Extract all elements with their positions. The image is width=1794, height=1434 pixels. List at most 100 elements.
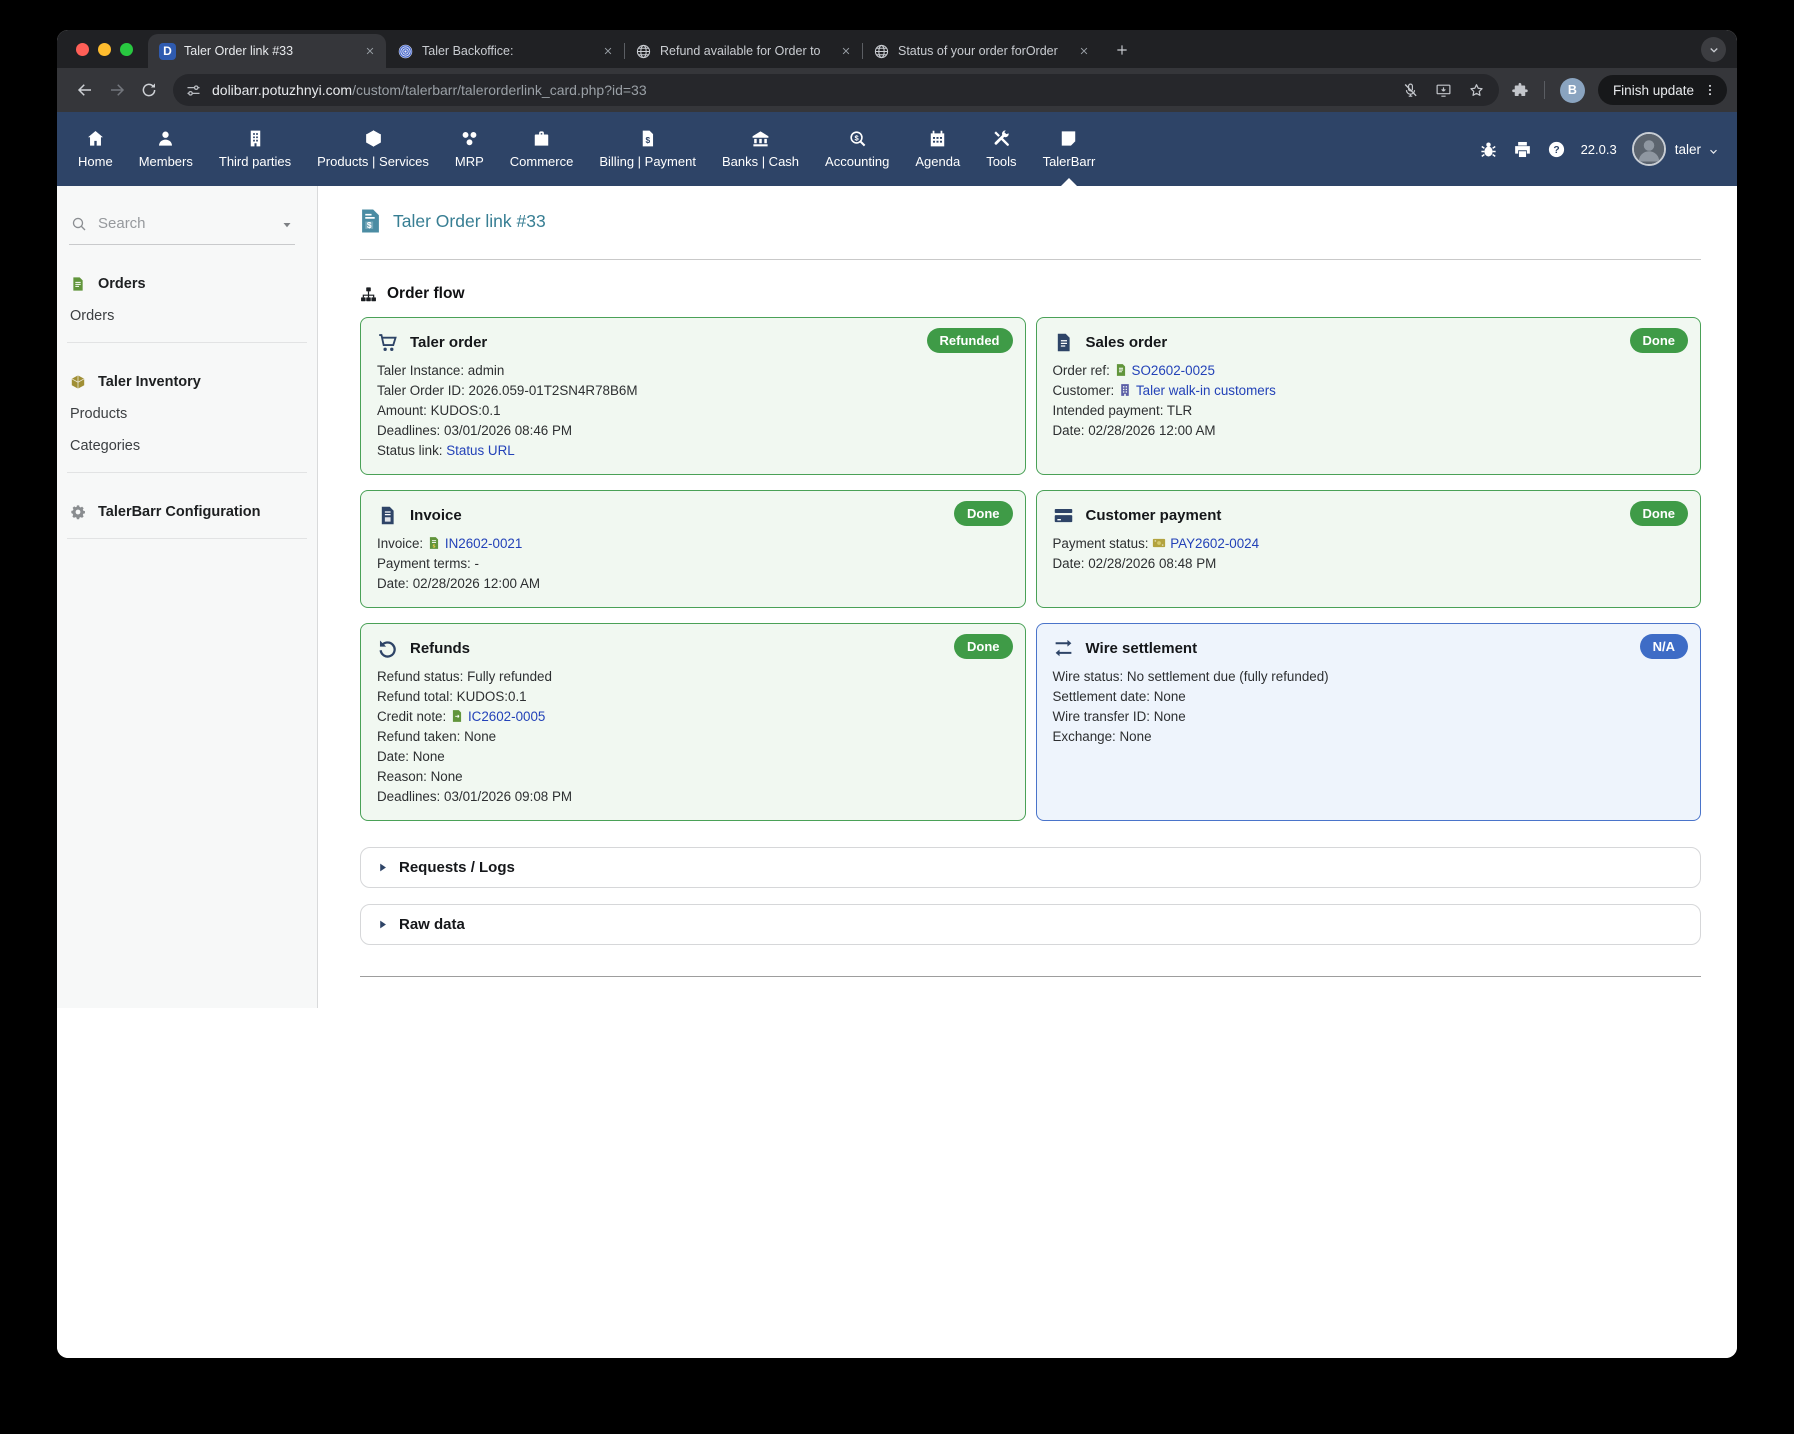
main-menu: HomeMembersThird parties Products | Servi… — [57, 112, 1737, 186]
card-title: Invoice — [410, 507, 462, 524]
status-badge: Refunded — [927, 328, 1013, 353]
menu-item-members[interactable]: Members — [126, 112, 206, 186]
search-icon — [71, 216, 87, 232]
menu-item-talerbarr[interactable]: TalerBarr — [1030, 112, 1109, 186]
card-link-ic2602-0005[interactable]: IC2602-0005 — [468, 709, 545, 724]
bookmark-star-icon[interactable] — [1468, 82, 1485, 99]
address-bar[interactable]: dolibarr.potuzhnyi.com/custom/talerbarr/… — [173, 74, 1499, 106]
bug-icon[interactable] — [1479, 140, 1498, 159]
accordion-raw-data[interactable]: Raw data — [360, 904, 1701, 945]
browser-tab-status-of-your-order-fororder[interactable]: Status of your order forOrder — [862, 34, 1100, 68]
reload-button[interactable] — [133, 74, 165, 106]
accordion-caret-icon — [377, 919, 388, 930]
sidebar-section-orders[interactable]: Orders — [57, 276, 317, 292]
tab-strip: DTaler Order link #33Taler Backoffice:Re… — [148, 30, 1100, 68]
tab-search-button[interactable] — [1701, 37, 1726, 62]
credit-card-icon — [1053, 505, 1074, 526]
sidebar-section-title: Orders — [98, 276, 146, 292]
close-window-button[interactable] — [76, 43, 89, 56]
menu-item-billing-payment[interactable]: $Billing | Payment — [586, 112, 709, 186]
card-title: Refunds — [410, 640, 470, 657]
status-badge: Done — [1630, 501, 1689, 526]
extensions-icon[interactable] — [1511, 81, 1529, 99]
accordion-caret-icon — [377, 862, 388, 873]
card-field: Refund status: Fully refunded — [377, 667, 1009, 687]
order-link-doc-icon: $ — [360, 208, 381, 234]
browser-tab-refund-available-for-order-to[interactable]: Refund available for Order to — [624, 34, 862, 68]
user-menu-chevron-icon[interactable] — [1708, 144, 1719, 155]
accordion-requests-logs[interactable]: Requests / Logs — [360, 847, 1701, 888]
inventory-box-icon — [70, 374, 86, 390]
menu-item-accounting[interactable]: $Accounting — [812, 112, 902, 186]
status-badge: Done — [954, 634, 1013, 659]
card-header: Taler order — [377, 332, 1009, 353]
browser-window: DTaler Order link #33Taler Backoffice:Re… — [57, 30, 1737, 1358]
search-dropdown-icon[interactable] — [281, 218, 293, 230]
sidebar-link-products[interactable]: Products — [57, 406, 317, 422]
menu-item-commerce[interactable]: Commerce — [497, 112, 587, 186]
tab-close-icon[interactable] — [362, 43, 378, 59]
flow-card-refunds: Refunds Done Refund status: Fully refunded… — [360, 623, 1026, 821]
mrp-icon — [460, 129, 479, 148]
sidebar-link-orders[interactable]: Orders — [57, 308, 317, 324]
tab-title: Status of your order forOrder — [898, 44, 1068, 58]
menu-item-third-parties[interactable]: Third parties — [206, 112, 304, 186]
sidebar-section-taler-inventory[interactable]: Taler Inventory — [57, 374, 317, 390]
accordion-label: Raw data — [399, 916, 465, 933]
menu-item-mrp[interactable]: MRP — [442, 112, 497, 186]
tab-close-icon[interactable] — [1076, 43, 1092, 59]
tab-close-icon[interactable] — [600, 43, 616, 59]
billing-icon: $ — [638, 129, 657, 148]
profile-avatar[interactable]: B — [1560, 78, 1585, 103]
browser-menu-icon[interactable] — [1703, 83, 1717, 97]
browser-tab-taler-backoffice[interactable]: Taler Backoffice: — [386, 34, 624, 68]
status-badge: Done — [954, 501, 1013, 526]
card-link-so2602-0025[interactable]: SO2602-0025 — [1132, 363, 1215, 378]
menu-item-home[interactable]: Home — [65, 112, 126, 186]
card-field: Invoice: $IN2602-0021 — [377, 534, 1009, 554]
card-link-taler-walk-in-customers[interactable]: Taler walk-in customers — [1136, 383, 1276, 398]
sidebar-link-categories[interactable]: Categories — [57, 438, 317, 454]
install-icon[interactable] — [1435, 82, 1452, 99]
home-icon — [86, 129, 105, 148]
card-field: Exchange: None — [1053, 727, 1685, 747]
username-label[interactable]: taler — [1675, 142, 1701, 157]
globe-icon — [873, 43, 890, 60]
browser-tab-taler-order-link-33[interactable]: DTaler Order link #33 — [148, 34, 386, 68]
third-parties-icon — [246, 129, 265, 148]
new-tab-button[interactable] — [1108, 36, 1136, 64]
tab-close-icon[interactable] — [838, 43, 854, 59]
card-title: Taler order — [410, 334, 487, 351]
svg-text:?: ? — [1553, 145, 1559, 156]
user-avatar[interactable] — [1632, 132, 1666, 166]
card-field: Taler Instance: admin — [377, 361, 1009, 381]
mic-off-icon[interactable] — [1402, 82, 1419, 99]
sidebar-divider — [67, 472, 307, 473]
menu-item-products-services[interactable]: Products | Services — [304, 112, 442, 186]
card-link-in2602-0021[interactable]: IN2602-0021 — [445, 536, 522, 551]
help-icon[interactable]: ? — [1547, 140, 1566, 159]
menu-item-label: MRP — [455, 154, 484, 169]
svg-text:$: $ — [433, 543, 436, 549]
card-field: Date: None — [377, 747, 1009, 767]
browser-toolbar: dolibarr.potuzhnyi.com/custom/talerbarr/… — [57, 68, 1737, 112]
back-button[interactable] — [69, 74, 101, 106]
card-link-pay2602-0024[interactable]: PAY2602-0024 — [1170, 536, 1259, 551]
search-input[interactable] — [96, 214, 272, 233]
zoom-window-button[interactable] — [120, 43, 133, 56]
finish-update-button[interactable]: Finish update — [1598, 75, 1727, 105]
members-icon — [156, 129, 175, 148]
sidebar-section-talerbarr-configuration[interactable]: TalerBarr Configuration — [57, 504, 317, 520]
menu-item-banks-cash[interactable]: Banks | Cash — [709, 112, 812, 186]
sidebar-divider — [67, 342, 307, 343]
site-settings-icon[interactable] — [185, 82, 202, 99]
card-link-status-url[interactable]: Status URL — [446, 443, 514, 458]
print-icon[interactable] — [1513, 140, 1532, 159]
forward-button[interactable] — [101, 74, 133, 106]
minimize-window-button[interactable] — [98, 43, 111, 56]
menu-item-tools[interactable]: Tools — [973, 112, 1029, 186]
menu-item-agenda[interactable]: Agenda — [902, 112, 973, 186]
card-field: Order ref: SO2602-0025 — [1053, 361, 1685, 381]
menu-item-label: Products | Services — [317, 154, 429, 169]
card-field: Deadlines: 03/01/2026 08:46 PM — [377, 421, 1009, 441]
